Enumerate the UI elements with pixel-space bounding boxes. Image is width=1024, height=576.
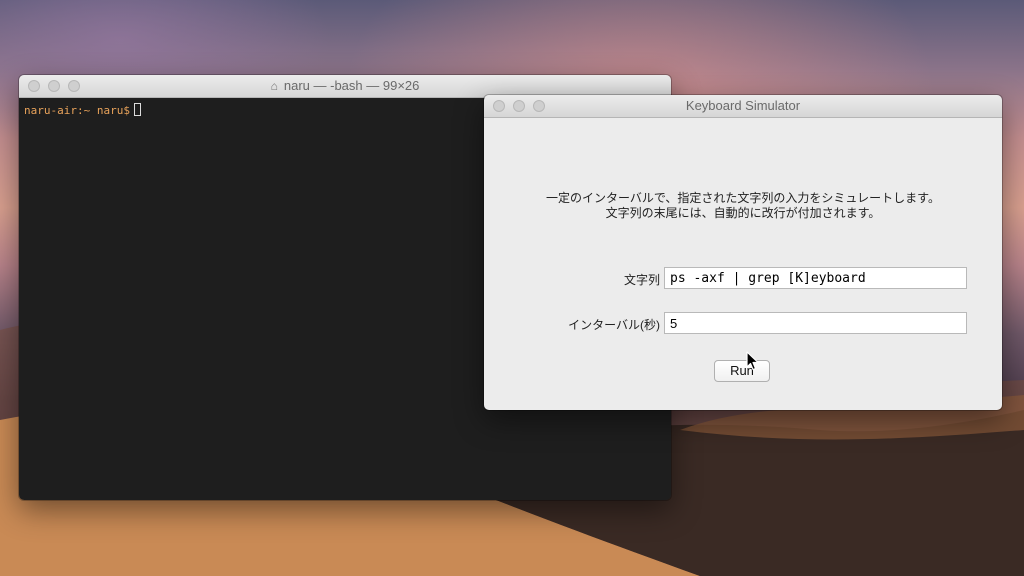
description-line-2: 文字列の末尾には、自動的に改行が付加されます。 [605, 206, 881, 220]
keyboard-simulator-window[interactable]: Keyboard Simulator 一定のインターバルで、指定された文字列の入… [484, 95, 1002, 410]
shell-prompt: naru-air:~ naru$ [24, 104, 130, 117]
text-cursor [133, 103, 141, 117]
kbsim-titlebar[interactable]: Keyboard Simulator [484, 95, 1002, 118]
string-label: 文字列 [623, 273, 660, 287]
kbsim-title: Keyboard Simulator [685, 98, 801, 113]
description: 一定のインターバルで、指定された文字列の入力をシミュレートします。 文字列の末尾… [484, 191, 1002, 221]
terminal-title: naru — -bash — 99×26 [283, 78, 420, 93]
interval-input[interactable]: 5 [664, 312, 967, 334]
string-input[interactable]: ps -axf | grep [K]eyboard [664, 267, 967, 289]
home-icon: ⌂ [270, 79, 278, 93]
run-button[interactable]: Run [714, 360, 770, 382]
interval-label: インターバル(秒) [568, 318, 660, 332]
description-line-1: 一定のインターバルで、指定された文字列の入力をシミュレートします。 [546, 191, 940, 205]
mouse-pointer-icon [746, 351, 759, 371]
